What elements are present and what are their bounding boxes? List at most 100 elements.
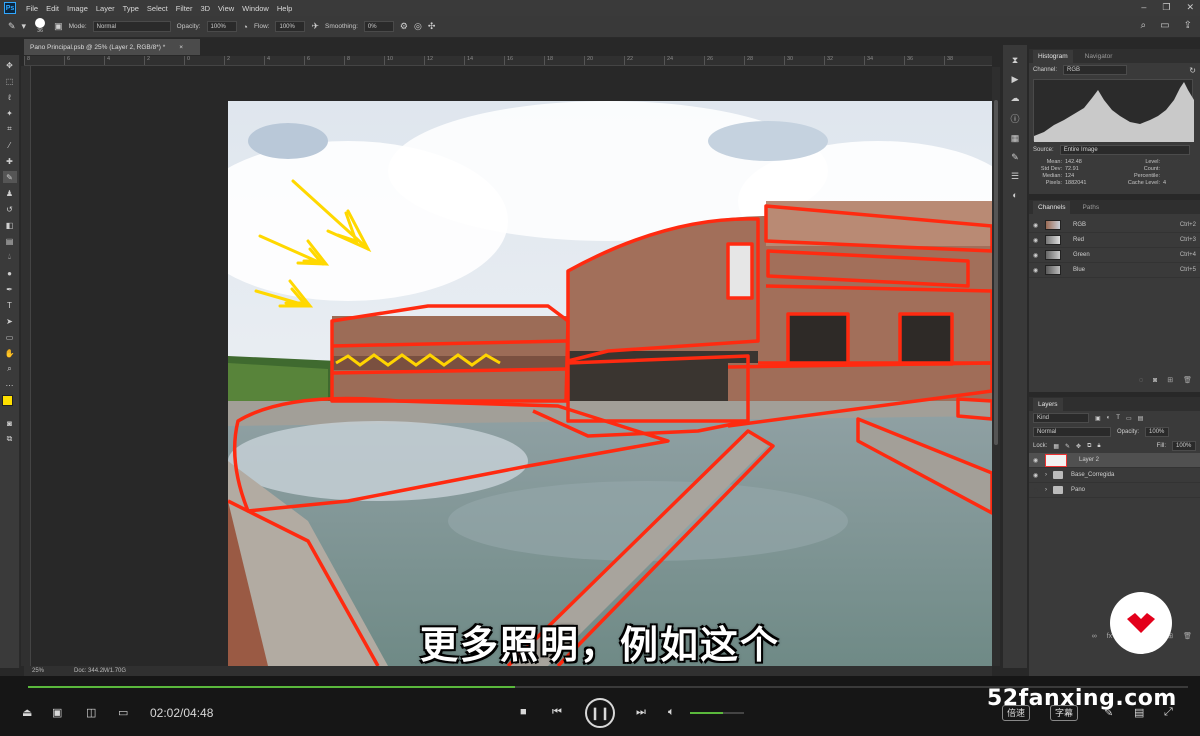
channel-row-green[interactable]: ◉ Green Ctrl+4: [1029, 248, 1200, 263]
eye-icon[interactable]: ◉: [1033, 222, 1045, 229]
filter-pixel-icon[interactable]: ▣: [1095, 415, 1101, 422]
eye-icon[interactable]: ◉: [1033, 472, 1045, 479]
minimize-icon[interactable]: –: [1141, 2, 1146, 13]
libraries-panel-icon[interactable]: ☁: [1007, 93, 1023, 104]
history-panel-icon[interactable]: ⧗: [1007, 55, 1023, 66]
menu-edit[interactable]: Edit: [46, 4, 59, 13]
menu-file[interactable]: File: [26, 4, 38, 13]
actions-panel-icon[interactable]: ▶: [1007, 74, 1023, 85]
lasso-tool-icon[interactable]: ℓ: [3, 91, 17, 103]
channel-select[interactable]: RGB: [1063, 65, 1128, 75]
eject-icon[interactable]: ⏏: [22, 706, 32, 719]
layer-opacity-field[interactable]: 100%: [1145, 427, 1170, 437]
menu-select[interactable]: Select: [147, 4, 168, 13]
pressure-opacity-icon[interactable]: ◔: [243, 22, 248, 32]
eye-hidden-icon[interactable]: ◉: [1033, 487, 1045, 494]
filter-type-icon[interactable]: T: [1116, 415, 1120, 421]
more-tools-icon[interactable]: ⋯: [3, 379, 17, 391]
flow-field[interactable]: 100%: [275, 21, 306, 32]
layer-fill-field[interactable]: 100%: [1172, 441, 1196, 451]
lock-artboard-icon[interactable]: ⧉: [1087, 443, 1091, 450]
channel-row-rgb[interactable]: ◉ RGB Ctrl+2: [1029, 218, 1200, 233]
tab-histogram[interactable]: Histogram: [1033, 49, 1073, 63]
menu-filter[interactable]: Filter: [176, 4, 193, 13]
scrollbar-thumb[interactable]: [994, 100, 998, 445]
stop-icon[interactable]: ■: [520, 706, 527, 718]
layer-row-pano[interactable]: ◉ › Pano: [1029, 483, 1200, 498]
delete-channel-icon[interactable]: 🗑︎: [1183, 376, 1192, 384]
color-swatches[interactable]: [1, 395, 18, 413]
layer-row-layer-2[interactable]: ◉ Layer 2: [1029, 453, 1200, 468]
tab-layers[interactable]: Layers: [1033, 397, 1063, 411]
swatches-panel-icon[interactable]: ▦: [1007, 133, 1023, 144]
eraser-tool-icon[interactable]: ◧: [3, 219, 17, 231]
tab-navigator[interactable]: Navigator: [1085, 53, 1113, 60]
dodge-tool-icon[interactable]: ●: [3, 267, 17, 279]
magic-wand-tool-icon[interactable]: ✦: [3, 107, 17, 119]
gear-icon[interactable]: ⚙: [400, 21, 408, 32]
brush-tool-icon[interactable]: ✎: [8, 21, 16, 32]
blur-tool-icon[interactable]: 💧︎: [3, 251, 17, 263]
rectangle-tool-icon[interactable]: ▭: [3, 331, 17, 343]
filter-smart-icon[interactable]: ▤: [1138, 415, 1144, 422]
volume-slider[interactable]: [690, 712, 744, 714]
chevron-right-icon[interactable]: ›: [1045, 487, 1053, 493]
lock-all-icon[interactable]: 🔒︎: [1097, 443, 1100, 450]
lock-position-icon[interactable]: ✥: [1076, 443, 1081, 450]
brush-settings-icon[interactable]: ▣: [54, 21, 63, 32]
mode-select[interactable]: Normal: [92, 21, 171, 32]
menu-help[interactable]: Help: [277, 4, 292, 13]
layer-name[interactable]: Layer 2: [1079, 457, 1099, 463]
eye-icon[interactable]: ◉: [1033, 237, 1045, 244]
layer-row-base-corregida[interactable]: ◉ › Base_Corregida: [1029, 468, 1200, 483]
healing-brush-tool-icon[interactable]: ✚: [3, 155, 17, 167]
pause-button[interactable]: ❙❙: [585, 698, 615, 728]
eye-icon[interactable]: ◉: [1033, 267, 1045, 274]
source-select[interactable]: Entire Image: [1059, 145, 1190, 155]
next-icon[interactable]: ⏭: [636, 706, 646, 719]
document-tab[interactable]: Pano Principal.psb @ 25% (Layer 2, RGB/8…: [24, 39, 200, 55]
eye-icon[interactable]: ◉: [1033, 252, 1045, 259]
airbrush-icon[interactable]: ✈: [311, 21, 319, 32]
cast-icon[interactable]: ▭: [118, 706, 128, 719]
tab-channels[interactable]: Channels: [1033, 200, 1071, 214]
lock-transparent-icon[interactable]: ▦: [1053, 443, 1059, 450]
hand-tool-icon[interactable]: ✋: [3, 347, 17, 359]
pen-tool-icon[interactable]: ✒: [3, 283, 17, 295]
brush-preset-picker[interactable]: 36: [32, 17, 48, 36]
eyedropper-tool-icon[interactable]: ⁄: [3, 139, 17, 151]
opacity-field[interactable]: 100%: [206, 21, 237, 32]
eye-icon[interactable]: ◉: [1033, 457, 1045, 464]
path-selection-tool-icon[interactable]: ➤: [3, 315, 17, 327]
maximize-icon[interactable]: ❐: [1162, 2, 1170, 13]
type-tool-icon[interactable]: T: [3, 299, 17, 311]
adjustments-panel-icon[interactable]: ◐: [1007, 190, 1023, 200]
search-icon[interactable]: ⌕: [1141, 20, 1147, 31]
menu-3d[interactable]: 3D: [200, 4, 210, 13]
previous-icon[interactable]: ⏮: [552, 706, 562, 719]
canvas-image[interactable]: [228, 101, 992, 666]
zoom-tool-icon[interactable]: ⌕: [3, 363, 17, 375]
refresh-icon[interactable]: ↻: [1189, 66, 1196, 75]
layer-name[interactable]: Pano: [1071, 487, 1085, 493]
brush-tool-active-icon[interactable]: ✎: [2, 171, 17, 183]
symmetry-icon[interactable]: ✣: [428, 21, 436, 32]
menu-layer[interactable]: Layer: [96, 4, 115, 13]
lock-pixels-icon[interactable]: ✎: [1065, 443, 1070, 450]
channel-row-red[interactable]: ◉ Red Ctrl+3: [1029, 233, 1200, 248]
layer-name[interactable]: Base_Corregida: [1071, 472, 1114, 478]
menu-window[interactable]: Window: [242, 4, 269, 13]
menu-image[interactable]: Image: [67, 4, 88, 13]
workspace-icon[interactable]: ▭: [1160, 20, 1169, 31]
volume-icon[interactable]: 🔈︎: [668, 706, 675, 719]
chevron-right-icon[interactable]: ›: [1045, 472, 1053, 478]
chapter-icon[interactable]: ▣: [52, 706, 62, 719]
screen-mode-icon[interactable]: ⧉: [3, 433, 17, 445]
delete-layer-icon[interactable]: 🗑︎: [1183, 632, 1192, 640]
chevron-down-icon[interactable]: ▾: [22, 21, 27, 32]
close-tab-icon[interactable]: ×: [179, 44, 183, 51]
brushes-panel-icon[interactable]: ✎: [1007, 152, 1023, 163]
marquee-tool-icon[interactable]: ⬚: [3, 75, 17, 87]
smoothing-field[interactable]: 0%: [363, 21, 394, 32]
clone-stamp-tool-icon[interactable]: ♟: [3, 187, 17, 199]
